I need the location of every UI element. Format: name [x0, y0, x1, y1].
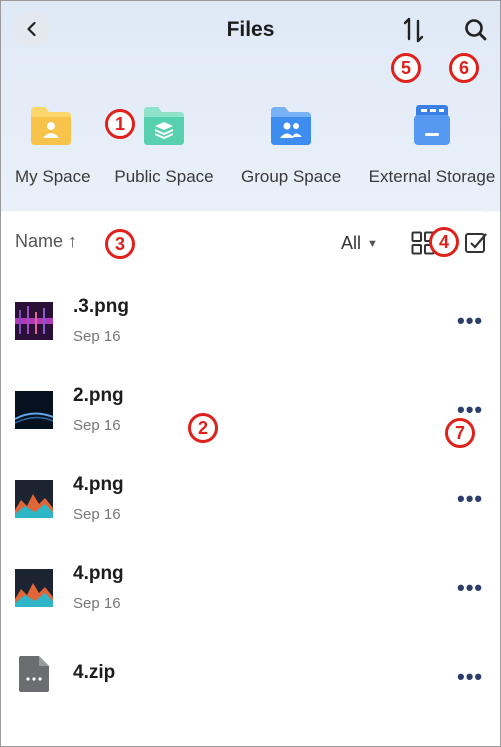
sort-by-name-button[interactable]: Name ↑: [15, 231, 77, 252]
more-options-button[interactable]: •••: [457, 575, 483, 601]
space-label: External Storage: [368, 167, 496, 186]
file-name: 4.png: [73, 563, 124, 584]
space-external-storage[interactable]: External Storage: [367, 101, 497, 187]
file-name: 4.png: [73, 474, 124, 495]
annotation-marker: 2: [188, 413, 218, 443]
file-date: Sep 16: [73, 595, 121, 612]
search-icon[interactable]: [461, 15, 491, 45]
annotation-marker: 5: [391, 53, 421, 83]
space-group-space[interactable]: Group Space: [241, 101, 341, 187]
image-thumbnail: [15, 302, 53, 340]
more-options-button[interactable]: •••: [457, 664, 483, 690]
zip-file-icon: [19, 656, 49, 692]
annotation-marker: 6: [449, 53, 479, 83]
more-options-button[interactable]: •••: [457, 308, 483, 334]
annotation-marker: 7: [445, 418, 475, 448]
top-bar: Files: [1, 1, 500, 61]
more-options-button[interactable]: •••: [457, 486, 483, 512]
file-date: Sep 16: [73, 506, 121, 523]
caret-down-icon: ▼: [367, 238, 378, 250]
sort-label: Name: [15, 231, 64, 251]
file-date: Sep 16: [73, 417, 121, 434]
file-row[interactable]: 4.zip •••: [1, 642, 500, 731]
file-name: 2.png: [73, 385, 124, 406]
file-row[interactable]: 2.png Sep 16 •••: [1, 375, 500, 464]
annotation-marker: 1: [105, 109, 135, 139]
file-row[interactable]: .3.png Sep 16 •••: [1, 286, 500, 375]
app-frame: Files My Space Public Space Group Space …: [0, 0, 501, 747]
file-name: .3.png: [73, 296, 129, 317]
select-checkbox-icon[interactable]: [464, 231, 488, 255]
file-list-panel: Name ↑ All ▼ .3.png Sep 16 ••• 2.png Sep…: [1, 211, 500, 746]
filter-dropdown[interactable]: All ▼: [341, 233, 378, 254]
folder-group-icon: [271, 107, 311, 145]
image-thumbnail: [15, 569, 53, 607]
external-storage-icon: [414, 105, 450, 145]
folder-user-icon: [31, 107, 71, 145]
file-name: 4.zip: [73, 662, 116, 683]
image-thumbnail: [15, 391, 53, 429]
sort-ascending-icon: ↑: [68, 231, 78, 251]
annotation-marker: 4: [429, 227, 459, 257]
file-row[interactable]: 4.png Sep 16 •••: [1, 553, 500, 642]
file-row[interactable]: 4.png Sep 16 •••: [1, 464, 500, 553]
space-label: My Space: [15, 167, 91, 186]
space-my-space[interactable]: My Space: [15, 101, 91, 187]
annotation-marker: 3: [105, 229, 135, 259]
space-label: Group Space: [241, 167, 342, 186]
filter-label: All: [341, 233, 362, 253]
image-thumbnail: [15, 480, 53, 518]
space-shortcuts: My Space Public Space Group Space Extern…: [1, 101, 500, 191]
file-date: Sep 16: [73, 328, 121, 345]
sort-icon[interactable]: [399, 15, 429, 45]
space-label: Public Space: [114, 167, 214, 186]
folder-layers-icon: [144, 107, 184, 145]
